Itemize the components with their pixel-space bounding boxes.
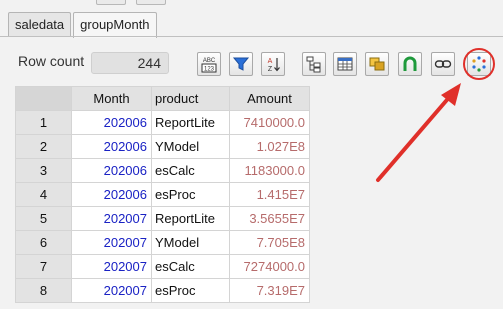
row-number[interactable]: 4 <box>15 182 72 207</box>
cell-amount[interactable]: 7274000.0 <box>229 254 310 279</box>
cell-product[interactable]: esProc <box>151 182 230 207</box>
cell-month[interactable]: 202006 <box>71 182 152 207</box>
cell-month[interactable]: 202007 <box>71 254 152 279</box>
cell-product[interactable]: esCalc <box>151 158 230 183</box>
header-row: Month product Amount <box>15 86 310 111</box>
result-table: Month product Amount 1 202006 ReportLite… <box>15 86 310 303</box>
row-number[interactable]: 3 <box>15 158 72 183</box>
cell-month[interactable]: 202006 <box>71 158 152 183</box>
row-number[interactable]: 1 <box>15 110 72 135</box>
table-row[interactable]: 3 202006 esCalc 1183000.0 <box>15 158 310 183</box>
table-row[interactable]: 2 202006 YModel 1.027E8 <box>15 134 310 159</box>
data-grid: Month product Amount 1 202006 ReportLite… <box>15 86 310 303</box>
cell-product[interactable]: YModel <box>151 134 230 159</box>
table-row[interactable]: 6 202007 YModel 7.705E8 <box>15 230 310 255</box>
cell-amount[interactable]: 1.027E8 <box>229 134 310 159</box>
cell-product[interactable]: esCalc <box>151 254 230 279</box>
row-number[interactable]: 5 <box>15 206 72 231</box>
cell-month[interactable]: 202007 <box>71 230 152 255</box>
cell-month[interactable]: 202006 <box>71 110 152 135</box>
cell-product[interactable]: esProc <box>151 278 230 303</box>
table-row[interactable]: 5 202007 ReportLite 3.5655E7 <box>15 206 310 231</box>
corner-header[interactable] <box>15 86 72 111</box>
column-header-amount[interactable]: Amount <box>229 86 310 111</box>
cell-amount[interactable]: 1183000.0 <box>229 158 310 183</box>
cell-product[interactable]: ReportLite <box>151 110 230 135</box>
row-number[interactable]: 7 <box>15 254 72 279</box>
table-row[interactable]: 4 202006 esProc 1.415E7 <box>15 182 310 207</box>
row-number[interactable]: 6 <box>15 230 72 255</box>
table-row[interactable]: 1 202006 ReportLite 7410000.0 <box>15 110 310 135</box>
cell-product[interactable]: YModel <box>151 230 230 255</box>
cell-amount[interactable]: 1.415E7 <box>229 182 310 207</box>
cell-product[interactable]: ReportLite <box>151 206 230 231</box>
cell-month[interactable]: 202007 <box>71 278 152 303</box>
cell-amount[interactable]: 7.705E8 <box>229 230 310 255</box>
cell-month[interactable]: 202006 <box>71 134 152 159</box>
cell-amount[interactable]: 3.5655E7 <box>229 206 310 231</box>
cell-amount[interactable]: 7.319E7 <box>229 278 310 303</box>
table-row[interactable]: 7 202007 esCalc 7274000.0 <box>15 254 310 279</box>
row-number[interactable]: 8 <box>15 278 72 303</box>
cell-amount[interactable]: 7410000.0 <box>229 110 310 135</box>
row-number[interactable]: 2 <box>15 134 72 159</box>
column-header-month[interactable]: Month <box>71 86 152 111</box>
cell-month[interactable]: 202007 <box>71 206 152 231</box>
column-header-product[interactable]: product <box>151 86 230 111</box>
table-row[interactable]: 8 202007 esProc 7.319E7 <box>15 278 310 303</box>
